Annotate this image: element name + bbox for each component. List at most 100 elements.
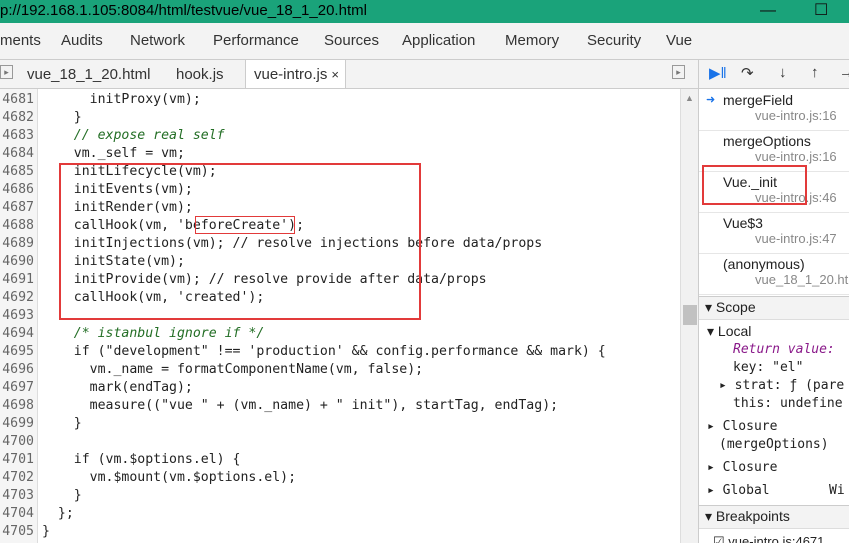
current-frame-arrow-icon: ➜: [706, 94, 716, 106]
line-number[interactable]: 4683: [0, 127, 34, 145]
breakpoints-header: ▾ Breakpoints: [705, 508, 790, 524]
line-number[interactable]: 4704: [0, 505, 34, 523]
line-number[interactable]: 4700: [0, 433, 34, 451]
code-text: }: [42, 110, 82, 125]
call-frame[interactable]: (anonymous) vue_18_1_20.htm: [699, 252, 849, 295]
step-icon[interactable]: →: [839, 64, 849, 81]
line-number[interactable]: 4703: [0, 487, 34, 505]
annotation-word-box: [195, 216, 295, 234]
code-text: // expose real self: [42, 128, 225, 143]
call-frame-location: vue-intro.js:47: [755, 231, 837, 246]
call-frame-name: mergeOptions: [723, 133, 811, 149]
file-tab-label: vue-intro.js: [254, 66, 328, 83]
minimize-button[interactable]: —: [760, 0, 776, 22]
scope-header: ▾ Scope: [705, 299, 756, 315]
code-text: };: [42, 506, 74, 521]
scope-local[interactable]: ▾ Local: [707, 323, 751, 340]
scope-global[interactable]: ▸ Global: [707, 483, 770, 498]
line-number[interactable]: 4692: [0, 289, 34, 307]
call-frame-location: vue-intro.js:16: [755, 108, 837, 123]
line-number[interactable]: 4698: [0, 397, 34, 415]
call-frame-name: Vue$3: [723, 215, 763, 231]
code-text: mark(endTag);: [42, 380, 193, 395]
scope-section-header[interactable]: ▾ Scope: [699, 296, 849, 320]
code-text: vm._self = vm;: [42, 146, 185, 161]
code-text: vm.$mount(vm.$options.el);: [42, 470, 297, 485]
toggle-debugger-icon[interactable]: ▸: [672, 65, 685, 79]
file-tab-vue-intro[interactable]: vue-intro.js ×: [245, 60, 346, 88]
tab-application[interactable]: Application: [402, 32, 475, 49]
code-text: initProxy(vm);: [42, 92, 201, 107]
scrollbar-thumb[interactable]: [683, 305, 697, 325]
code-text: vm._name = formatComponentName(vm, false…: [42, 362, 424, 377]
tab-elements[interactable]: ments: [0, 32, 41, 49]
line-number[interactable]: 4701: [0, 451, 34, 469]
line-number[interactable]: 4684: [0, 145, 34, 163]
code-text: measure(("vue " + (vm._name) + " init"),…: [42, 398, 559, 413]
tab-memory[interactable]: Memory: [505, 32, 559, 49]
line-number[interactable]: 4699: [0, 415, 34, 433]
editor-scrollbar[interactable]: ▲: [680, 89, 699, 543]
tab-performance[interactable]: Performance: [213, 32, 299, 49]
call-frame[interactable]: ➜ mergeField vue-intro.js:16: [699, 88, 849, 131]
code-text: /* istanbul ignore if */: [42, 326, 265, 341]
debugger-sidebar: ▶‖ ↷ ↓ ↑ → ➜mergeFieldvue-intro.js:16mer…: [698, 60, 849, 543]
line-number[interactable]: 4688: [0, 217, 34, 235]
line-number[interactable]: 4705: [0, 523, 34, 541]
step-over-icon[interactable]: ↷: [741, 64, 754, 82]
line-number[interactable]: 4694: [0, 325, 34, 343]
call-frame[interactable]: Vue$3 vue-intro.js:47: [699, 211, 849, 254]
scope-global-value: Wi: [829, 483, 845, 498]
code-text: }: [42, 524, 50, 539]
window-title-bar: p://192.168.1.105:8084/html/testvue/vue_…: [0, 0, 849, 23]
scope-closure[interactable]: ▸ Closure: [707, 460, 777, 475]
resume-icon[interactable]: ▶‖: [709, 64, 727, 82]
file-tab-html[interactable]: vue_18_1_20.html: [27, 66, 150, 83]
line-number[interactable]: 4689: [0, 235, 34, 253]
breakpoints-section-header[interactable]: ▾ Breakpoints: [699, 505, 849, 529]
call-frame-location: vue_18_1_20.htm: [755, 272, 849, 287]
scroll-up-icon[interactable]: ▲: [685, 93, 694, 103]
annotation-highlight-box: [59, 163, 421, 320]
tab-security[interactable]: Security: [587, 32, 641, 49]
call-frame-name: mergeField: [723, 92, 794, 108]
line-number[interactable]: 4687: [0, 199, 34, 217]
line-number[interactable]: 4685: [0, 163, 34, 181]
scope-strat[interactable]: ▸ strat: ƒ (pare: [719, 378, 844, 393]
tab-audits[interactable]: Audits: [61, 32, 103, 49]
debugger-toolbar: ▶‖ ↷ ↓ ↑ →: [699, 60, 849, 89]
line-number[interactable]: 4695: [0, 343, 34, 361]
call-frame-location: vue-intro.js:16: [755, 149, 837, 164]
annotation-frame-box: [702, 165, 807, 205]
code-text: if ("development" !== 'production' && co…: [42, 344, 606, 359]
code-text: }: [42, 416, 82, 431]
file-tabs: ▸ vue_18_1_20.html hook.js vue-intro.js ×…: [0, 60, 698, 89]
line-number[interactable]: 4686: [0, 181, 34, 199]
close-icon[interactable]: ×: [331, 67, 339, 82]
code-text: if (vm.$options.el) {: [42, 452, 241, 467]
line-number[interactable]: 4702: [0, 469, 34, 487]
step-into-icon[interactable]: ↓: [779, 64, 787, 81]
maximize-button[interactable]: ☐: [814, 0, 828, 22]
breakpoint-item[interactable]: ☑ vue-intro.js:4671: [713, 534, 824, 543]
line-number[interactable]: 4691: [0, 271, 34, 289]
line-number[interactable]: 4681: [0, 91, 34, 109]
line-number[interactable]: 4682: [0, 109, 34, 127]
scope-this: this: undefine: [733, 396, 843, 411]
file-tab-hook[interactable]: hook.js: [176, 66, 224, 83]
toggle-navigator-icon[interactable]: ▸: [0, 65, 13, 79]
tab-network[interactable]: Network: [130, 32, 185, 49]
code-text: }: [42, 488, 82, 503]
scope-return-value: Return value:: [733, 342, 835, 357]
scope-closure-merge[interactable]: ▸ Closure: [707, 419, 777, 434]
tab-sources[interactable]: Sources: [324, 32, 379, 49]
line-number[interactable]: 4693: [0, 307, 34, 325]
step-out-icon[interactable]: ↑: [811, 64, 819, 81]
call-frame-name: (anonymous): [723, 256, 805, 272]
line-number[interactable]: 4690: [0, 253, 34, 271]
line-number[interactable]: 4697: [0, 379, 34, 397]
tab-vue[interactable]: Vue: [666, 32, 692, 49]
address-url: p://192.168.1.105:8084/html/testvue/vue_…: [0, 2, 367, 19]
line-number[interactable]: 4696: [0, 361, 34, 379]
scope-key: key: "el": [733, 360, 804, 375]
